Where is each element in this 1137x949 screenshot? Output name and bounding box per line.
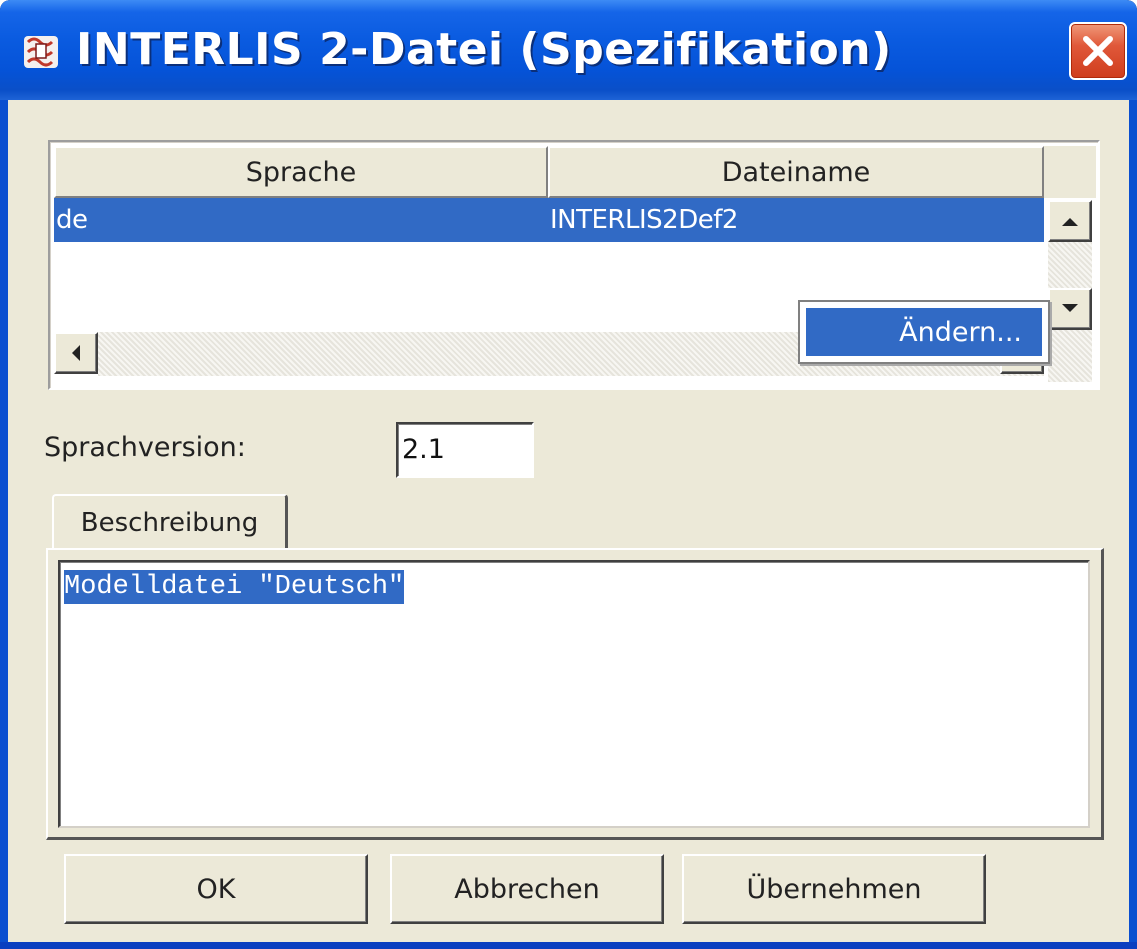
close-button[interactable]: [1069, 22, 1127, 80]
arrow-left-icon: [72, 345, 80, 361]
window-frame-left: [0, 100, 8, 949]
ok-button[interactable]: OK: [64, 854, 368, 924]
apply-button[interactable]: Übernehmen: [682, 854, 986, 924]
file-table: Sprache Dateiname de INTERLIS2Def2 Änder…: [48, 140, 1100, 390]
cell-sprache[interactable]: de: [54, 198, 548, 242]
window-frame-bottom: [0, 942, 1137, 949]
arrow-up-icon: [1062, 218, 1078, 226]
dialog-window: INTERLIS 2-Datei (Spezifikation) Sprache…: [0, 0, 1137, 949]
description-text: Modelldatei "Deutsch": [64, 570, 405, 604]
tab-panel-beschreibung: Modelldatei "Deutsch": [46, 548, 1104, 840]
column-header-sprache[interactable]: Sprache: [54, 146, 548, 198]
scroll-up-button[interactable]: [1048, 200, 1092, 242]
description-textarea[interactable]: Modelldatei "Deutsch": [58, 560, 1090, 828]
menu-item-aendern[interactable]: Ändern...: [806, 308, 1042, 356]
context-menu: Ändern...: [798, 300, 1050, 364]
interlis-app-icon: [22, 32, 62, 72]
tab-beschreibung[interactable]: Beschreibung: [52, 494, 288, 550]
table-corner: [1044, 146, 1096, 198]
window-title: INTERLIS 2-Datei (Spezifikation): [76, 24, 892, 75]
dialog-client-area: Sprache Dateiname de INTERLIS2Def2 Änder…: [8, 100, 1129, 942]
scroll-down-button[interactable]: [1048, 288, 1092, 330]
cell-dateiname[interactable]: INTERLIS2Def2: [548, 198, 1044, 242]
window-frame-right: [1129, 100, 1137, 949]
arrow-down-icon: [1062, 304, 1078, 312]
column-header-dateiname[interactable]: Dateiname: [548, 146, 1044, 198]
title-bar[interactable]: INTERLIS 2-Datei (Spezifikation): [0, 0, 1137, 100]
close-icon: [1083, 36, 1113, 66]
cancel-button[interactable]: Abbrechen: [390, 854, 664, 924]
scroll-left-button[interactable]: [54, 332, 98, 374]
sprachversion-input[interactable]: 2.1: [396, 422, 534, 478]
sprachversion-label: Sprachversion:: [44, 432, 246, 463]
